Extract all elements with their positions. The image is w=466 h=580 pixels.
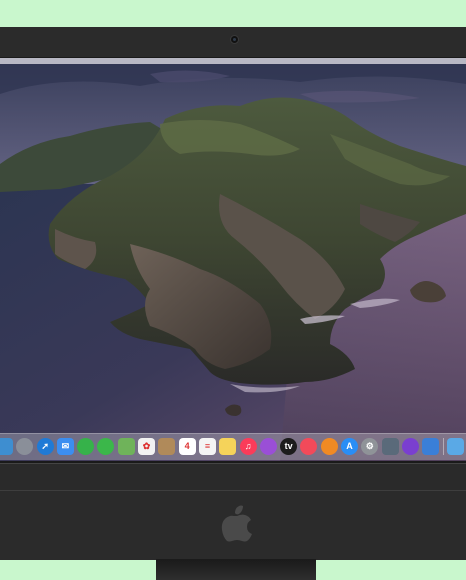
notes-icon[interactable] bbox=[219, 437, 237, 455]
camera-icon bbox=[231, 36, 238, 43]
dock-separator bbox=[442, 437, 444, 455]
chin-upper-band bbox=[0, 464, 466, 491]
top-bezel bbox=[0, 27, 466, 57]
calendar-glyph: 4 bbox=[184, 441, 190, 451]
mail-icon[interactable]: ✉ bbox=[56, 437, 74, 455]
contacts-icon[interactable] bbox=[158, 437, 176, 455]
safari-icon[interactable]: ➚ bbox=[36, 437, 54, 455]
launchpad-icon[interactable] bbox=[16, 437, 34, 455]
preview-icon[interactable] bbox=[381, 437, 399, 455]
xcode-icon[interactable] bbox=[422, 437, 440, 455]
tv-glyph: tv bbox=[284, 441, 293, 451]
app-store-icon[interactable]: A bbox=[341, 437, 359, 455]
wallpaper-image bbox=[0, 64, 466, 461]
facetime-icon[interactable] bbox=[77, 437, 95, 455]
desktop-wallpaper[interactable] bbox=[0, 64, 466, 461]
music-icon[interactable]: ♫ bbox=[239, 437, 257, 455]
tv-icon[interactable]: tv bbox=[280, 437, 298, 455]
system-preferences-glyph: ⚙ bbox=[365, 440, 374, 451]
music-glyph: ♫ bbox=[244, 441, 252, 451]
system-preferences-icon[interactable]: ⚙ bbox=[361, 437, 379, 455]
photos-glyph: ✿ bbox=[142, 440, 151, 451]
messages-icon[interactable] bbox=[97, 437, 115, 455]
chin bbox=[0, 463, 466, 560]
finder-icon[interactable] bbox=[0, 437, 13, 455]
mail-glyph: ✉ bbox=[61, 440, 70, 451]
apple-logo-icon bbox=[221, 505, 252, 542]
stand bbox=[156, 559, 316, 580]
news-icon[interactable] bbox=[300, 437, 318, 455]
maps-icon[interactable] bbox=[117, 437, 135, 455]
dock: ➚ ✉ ✿ 4 ≡ ♫ tv A ⚙ bbox=[0, 436, 466, 456]
app-store-glyph: A bbox=[346, 441, 353, 451]
podcasts-icon[interactable] bbox=[259, 437, 277, 455]
downloads-folder-icon[interactable] bbox=[446, 437, 464, 455]
books-icon[interactable] bbox=[320, 437, 338, 455]
screen-time-icon[interactable] bbox=[401, 437, 419, 455]
reminders-icon[interactable]: ≡ bbox=[198, 437, 216, 455]
reminders-glyph: ≡ bbox=[204, 441, 211, 451]
photos-icon[interactable]: ✿ bbox=[138, 437, 156, 455]
calendar-icon[interactable]: 4 bbox=[178, 437, 196, 455]
safari-glyph: ➚ bbox=[41, 440, 49, 451]
